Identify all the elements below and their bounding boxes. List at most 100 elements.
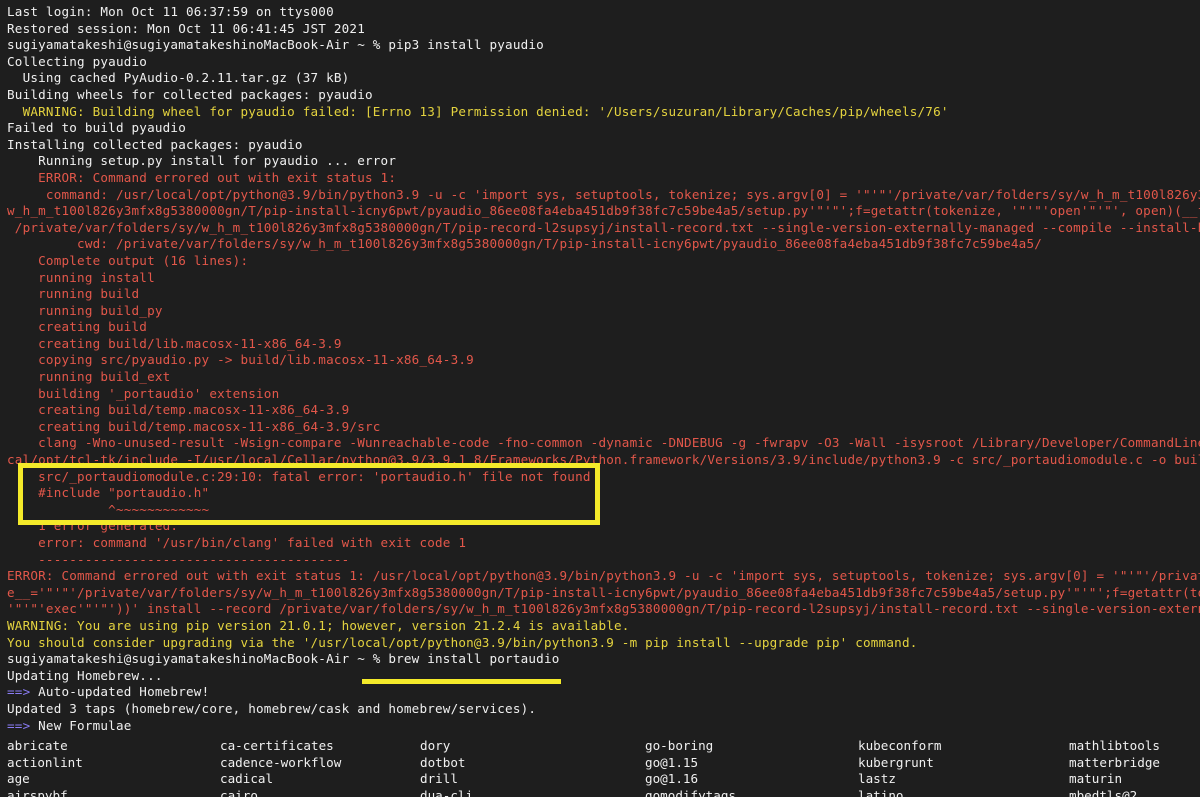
terminal-line: Complete output (16 lines): xyxy=(7,253,1200,270)
line-text: creating build xyxy=(7,319,148,335)
line-text: WARNING: You are using pip version 21.0.… xyxy=(7,617,630,633)
line-text: Auto-updated Homebrew! xyxy=(30,684,210,700)
arrow-prefix: ==> xyxy=(7,684,31,700)
formula-name: matterbridge xyxy=(1069,754,1160,770)
formula-name: latino xyxy=(858,787,904,797)
formula-name: go@1.16 xyxy=(645,771,699,787)
formula-name: mbedtls@2 xyxy=(1069,787,1138,797)
line-text: Using cached PyAudio-0.2.11.tar.gz (37 k… xyxy=(7,70,350,86)
terminal-line: cwd: /private/var/folders/sy/w_h_m_t100l… xyxy=(7,236,1200,253)
terminal-line: running build xyxy=(7,286,1200,303)
formula-name: kubeconform xyxy=(858,738,942,753)
line-text: running build_py xyxy=(7,302,163,318)
terminal-line: command: /usr/local/opt/python@3.9/bin/p… xyxy=(7,187,1200,204)
line-text: sugiyamatakeshi@sugiyamatakeshinoMacBook… xyxy=(7,37,544,53)
line-text: running build xyxy=(7,286,140,302)
line-text: You should consider upgrading via the '/… xyxy=(7,634,918,650)
line-text: command: /usr/local/opt/python@3.9/bin/p… xyxy=(7,186,1200,202)
terminal-line: creating build/temp.macosx-11-x86_64-3.9 xyxy=(7,402,1200,419)
terminal-window[interactable]: Last login: Mon Oct 11 06:37:59 on ttys0… xyxy=(0,0,1200,797)
line-text: Failed to build pyaudio xyxy=(7,120,186,136)
terminal-line: Failed to build pyaudio xyxy=(7,120,1200,137)
terminal-line: ---------------------------------------- xyxy=(7,552,1200,569)
line-text: running install xyxy=(7,269,155,285)
line-text: creating build/temp.macosx-11-x86_64-3.9… xyxy=(7,418,381,434)
line-text: /private/var/folders/sy/w_h_m_t100l826y3… xyxy=(7,219,1200,235)
terminal-line: 1 error generated. xyxy=(7,518,1200,535)
terminal-line: creating build/lib.macosx-11-x86_64-3.9 xyxy=(7,336,1200,353)
formula-name: cadical xyxy=(220,771,274,787)
terminal-line: clang -Wno-unused-result -Wsign-compare … xyxy=(7,435,1200,452)
formula-name: age xyxy=(7,771,30,787)
line-text: '"'"'exec'"'"'))' install --record /priv… xyxy=(7,601,1200,617)
formula-name: mathlibtools xyxy=(1069,738,1160,753)
terminal-line: Collecting pyaudio xyxy=(7,54,1200,71)
formula-name: dory xyxy=(420,738,451,753)
line-text: Restored session: Mon Oct 11 06:41:45 JS… xyxy=(7,20,365,36)
terminal-line: building '_portaudio' extension xyxy=(7,386,1200,403)
formula-name: cairo xyxy=(220,787,258,797)
line-text: error: command '/usr/bin/clang' failed w… xyxy=(7,535,467,550)
terminal-line: /private/var/folders/sy/w_h_m_t100l826y3… xyxy=(7,220,1200,237)
line-text: clang -Wno-unused-result -Wsign-compare … xyxy=(7,435,1200,451)
line-text: running build_ext xyxy=(7,369,171,385)
terminal-line: Using cached PyAudio-0.2.11.tar.gz (37 k… xyxy=(7,70,1200,87)
formulae-row: abricate ca-certificates dory go-boring kube… xyxy=(7,738,1200,755)
formula-name: cadence-workflow xyxy=(220,754,342,770)
line-text: ^~~~~~~~~~~~~ xyxy=(7,501,210,517)
formula-name: abricate xyxy=(7,738,68,753)
formulae-row: actionlint cadence-workflow dotbot go@1.15 k… xyxy=(7,755,1200,772)
arrow-prefix: ==> xyxy=(7,717,31,733)
formula-name: drill xyxy=(420,771,458,787)
line-text: Last login: Mon Oct 11 06:37:59 on ttys0… xyxy=(7,4,334,19)
line-text: creating build/temp.macosx-11-x86_64-3.9 xyxy=(7,402,350,418)
line-text: Complete output (16 lines): xyxy=(7,252,249,268)
terminal-line: running install xyxy=(7,270,1200,287)
formula-name: lastz xyxy=(858,771,896,787)
terminal-line: Building wheels for collected packages: … xyxy=(7,87,1200,104)
terminal-line: sugiyamatakeshi@sugiyamatakeshinoMacBook… xyxy=(7,37,1200,54)
line-text: e__='"'"'/private/var/folders/sy/w_h_m_t… xyxy=(7,584,1200,600)
terminal-line: Running setup.py install for pyaudio ...… xyxy=(7,153,1200,170)
terminal-line: ERROR: Command errored out with exit sta… xyxy=(7,170,1200,187)
terminal-line: running build_py xyxy=(7,303,1200,320)
formula-name: actionlint xyxy=(7,754,83,770)
terminal-line: Updating Homebrew... xyxy=(7,668,1200,685)
line-text: WARNING: Building wheel for pyaudio fail… xyxy=(7,103,949,119)
line-text: Running setup.py install for pyaudio ...… xyxy=(7,153,397,169)
formulae-row: airspybf cairo dua-cli gomodifytags latino mb… xyxy=(7,788,1200,797)
terminal-line: Installing collected packages: pyaudio xyxy=(7,137,1200,154)
terminal-line: copying src/pyaudio.py -> build/lib.maco… xyxy=(7,352,1200,369)
formula-name: go-boring xyxy=(645,738,714,753)
line-text: Building wheels for collected packages: … xyxy=(7,86,373,102)
terminal-line: running build_ext xyxy=(7,369,1200,386)
terminal-line: Last login: Mon Oct 11 06:37:59 on ttys0… xyxy=(7,4,1200,21)
terminal-line: #include "portaudio.h" xyxy=(7,485,1200,502)
terminal-line: WARNING: You are using pip version 21.0.… xyxy=(7,618,1200,635)
terminal-line: WARNING: Building wheel for pyaudio fail… xyxy=(7,104,1200,121)
terminal-line: error: command '/usr/bin/clang' failed w… xyxy=(7,535,1200,552)
line-text: ERROR: Command errored out with exit sta… xyxy=(7,169,397,185)
line-text: creating build/lib.macosx-11-x86_64-3.9 xyxy=(7,335,342,351)
line-text: ERROR: Command errored out with exit sta… xyxy=(7,568,1200,584)
formula-name: dotbot xyxy=(420,754,466,770)
formula-name: ca-certificates xyxy=(220,738,334,753)
line-text: Updating Homebrew... xyxy=(7,667,163,683)
line-text: 1 error generated. xyxy=(7,518,179,534)
formulae-row: age cadical drill go@1.16 lastz maturin xyxy=(7,771,1200,788)
formula-name: maturin xyxy=(1069,771,1123,787)
line-text: #include "portaudio.h" xyxy=(7,485,210,501)
formulae-grid: abricate ca-certificates dory go-boring kube… xyxy=(7,738,1200,797)
terminal-line: '"'"'exec'"'"'))' install --record /priv… xyxy=(7,601,1200,618)
line-text: New Formulae xyxy=(30,717,132,733)
line-text: ---------------------------------------- xyxy=(7,551,350,567)
line-text: Updated 3 taps (homebrew/core, homebrew/… xyxy=(7,700,537,716)
terminal-line: creating build xyxy=(7,319,1200,336)
line-text: src/_portaudiomodule.c:29:10: fatal erro… xyxy=(7,468,591,484)
terminal-line: w_h_m_t100l826y3mfx8g5380000gn/T/pip-ins… xyxy=(7,203,1200,220)
terminal-output: Last login: Mon Oct 11 06:37:59 on ttys0… xyxy=(7,4,1200,734)
line-text: sugiyamatakeshi@sugiyamatakeshinoMacBook… xyxy=(7,651,560,667)
line-text: Installing collected packages: pyaudio xyxy=(7,136,303,152)
line-text: cwd: /private/var/folders/sy/w_h_m_t100l… xyxy=(7,236,1043,252)
formula-name: dua-cli xyxy=(420,787,474,797)
